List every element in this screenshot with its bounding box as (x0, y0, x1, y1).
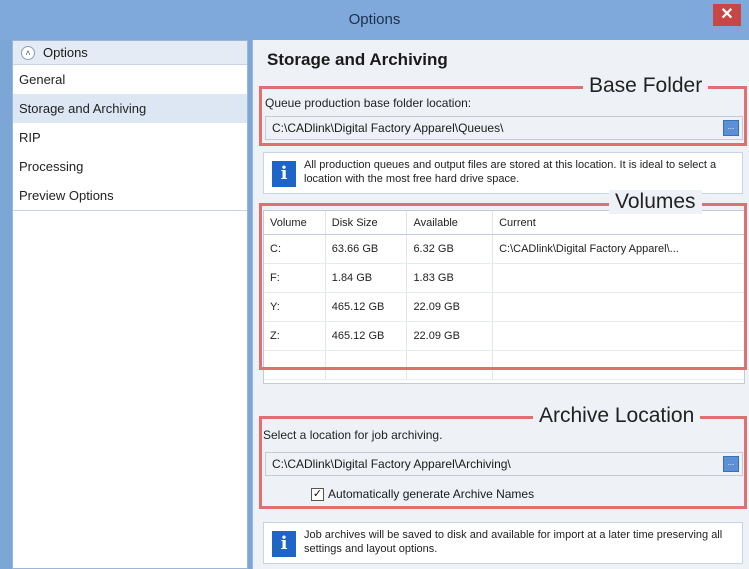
base-folder-info: i All production queues and output files… (263, 152, 743, 194)
section-title: Storage and Archiving (267, 50, 448, 69)
sidebar-item-processing[interactable]: Processing (13, 152, 247, 181)
auto-archive-names-checkbox[interactable]: ✓ (311, 487, 324, 501)
close-button[interactable]: ✕ (713, 4, 741, 26)
archive-browse-button[interactable]: ... (723, 456, 739, 472)
base-folder-callout-label: Base Folder (583, 74, 709, 98)
options-window: Options ✕ ˄ Options General Storage and … (0, 0, 749, 569)
volumes-callout-label: Volumes (609, 190, 702, 214)
sidebar-header[interactable]: ˄ Options (13, 41, 247, 65)
volumes-callout-box (259, 203, 747, 370)
sidebar-item-general[interactable]: General (13, 65, 247, 94)
sidebar-item-preview-options[interactable]: Preview Options (13, 181, 247, 210)
base-folder-input[interactable]: C:\CADlink\Digital Factory Apparel\Queue… (265, 116, 743, 140)
settings-panel: Storage and Archiving Base Folder Queue … (252, 40, 749, 569)
collapse-icon[interactable]: ˄ (21, 45, 35, 60)
archive-info: i Job archives will be saved to disk and… (263, 522, 743, 564)
window-title: Options (348, 11, 401, 28)
archive-callout-label: Archive Location (533, 404, 701, 428)
title-bar: Options ✕ (0, 0, 749, 40)
base-folder-browse-button[interactable]: ... (723, 120, 739, 136)
info-icon: i (272, 531, 296, 557)
auto-archive-names-label[interactable]: Automatically generate Archive Names (328, 487, 534, 501)
sidebar-item-rip[interactable]: RIP (13, 123, 247, 152)
base-folder-info-text: All production queues and output files a… (304, 159, 717, 185)
archive-label: Select a location for job archiving. (263, 428, 443, 442)
info-icon: i (272, 161, 296, 187)
auto-archive-names-option[interactable]: ✓ Automatically generate Archive Names (311, 487, 534, 501)
archive-info-text: Job archives will be saved to disk and a… (304, 529, 723, 555)
sidebar-item-storage-and-archiving[interactable]: Storage and Archiving (13, 94, 247, 123)
options-sidebar: ˄ Options General Storage and Archiving … (12, 40, 248, 569)
base-folder-label: Queue production base folder location: (265, 96, 472, 110)
sidebar-header-label: Options (43, 45, 88, 60)
sidebar-nav: General Storage and Archiving RIP Proces… (13, 65, 247, 211)
archive-location-input[interactable]: C:\CADlink\Digital Factory Apparel\Archi… (265, 452, 743, 476)
